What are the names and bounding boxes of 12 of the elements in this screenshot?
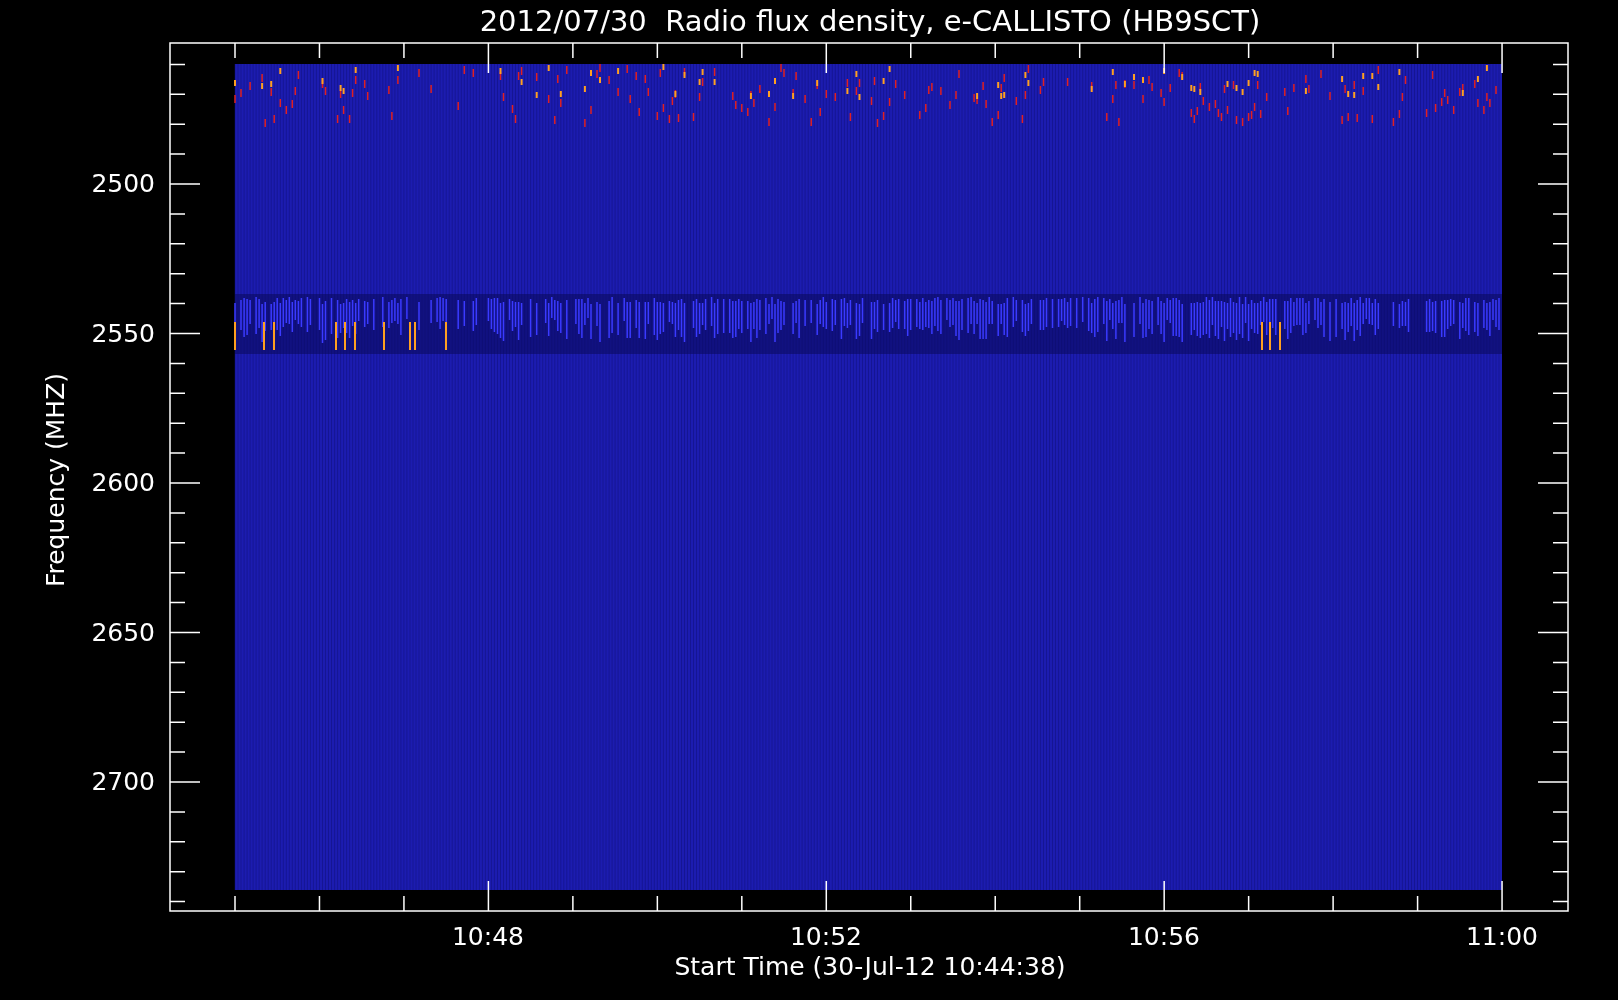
x-tick-label: 10:48 [452,922,524,951]
y-tick-label: 2500 [91,169,155,198]
x-tick-label: 11:00 [1466,922,1538,951]
x-tick-label: 10:52 [790,922,862,951]
y-tick-label: 2700 [91,767,155,796]
x-axis-label: Start Time (30-Jul-12 10:44:38) [674,952,1066,981]
y-tick-label: 2600 [91,468,155,497]
x-tick-label: 10:56 [1128,922,1200,951]
y-tick-label: 2650 [91,617,155,647]
chart-title: 2012/07/30 Radio flux density, e-CALLISTO (HB9SCT) [479,4,1261,38]
y-tick-label: 2550 [91,318,155,348]
y-axis-label: Frequency (MHZ) [41,372,70,588]
